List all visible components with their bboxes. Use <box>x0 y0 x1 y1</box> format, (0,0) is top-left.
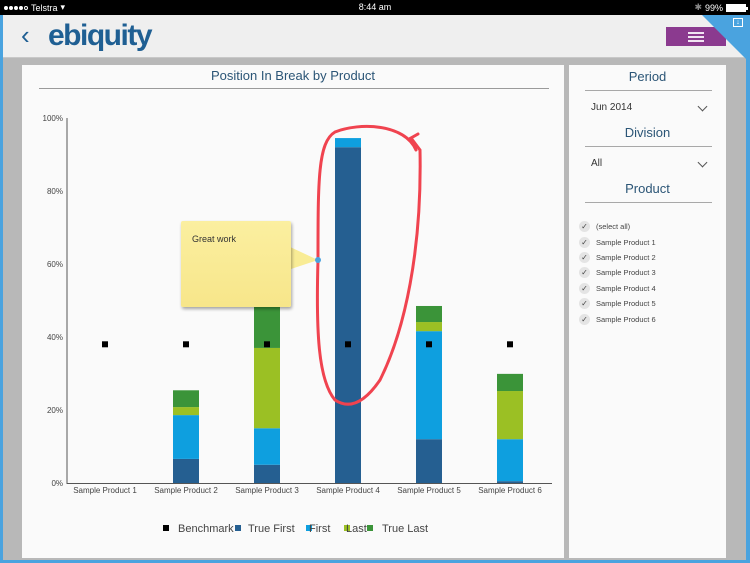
product-option-3[interactable]: ✓ Sample Product 3 <box>579 265 719 280</box>
division-select[interactable]: All <box>591 157 708 176</box>
product-option-label: (select all) <box>596 222 631 232</box>
bar-segment-first <box>335 138 361 148</box>
product-option-6[interactable]: ✓ Sample Product 6 <box>579 311 719 326</box>
x-tick-label: Sample Product 5 <box>397 486 461 495</box>
status-right: ✱ 99% <box>694 2 748 13</box>
product-option-label: Sample Product 5 <box>596 299 656 309</box>
product-option-label: Sample Product 6 <box>596 314 656 324</box>
benchmark-marker <box>264 341 270 348</box>
bar-segment-last <box>416 322 442 332</box>
chevron-down-icon <box>697 157 708 168</box>
benchmark-marker <box>507 341 513 348</box>
benchmark-marker <box>345 341 351 348</box>
checkmark-icon: ✓ <box>579 282 590 294</box>
legend-label: Last <box>346 523 367 535</box>
product-option-label: Sample Product 1 <box>596 237 656 247</box>
bar-segment-true-last <box>497 373 523 392</box>
filter-panel: Period Jun 2014 Division All Product ✓ (s… <box>569 65 726 558</box>
chart: 0% 20% 40% 60% 80% 100% Sample Product 1 Sample… <box>43 114 552 535</box>
product-option-label: Sample Product 4 <box>596 283 656 293</box>
checkmark-icon: ✓ <box>579 251 590 263</box>
legend-swatch <box>235 525 241 531</box>
battery-icon <box>726 3 748 12</box>
product-option-5[interactable]: ✓ Sample Product 5 <box>579 296 719 311</box>
x-tick-label: Sample Product 3 <box>235 486 299 495</box>
benchmark-marker <box>426 341 432 348</box>
screen: Telstra ▾ 8:44 am ✱ 99% ‹ ebiquity ↓ Pos… <box>0 0 750 563</box>
download-tray-icon[interactable]: ↓ <box>733 18 743 27</box>
product-option-label: Sample Product 3 <box>596 268 656 278</box>
y-tick-label: 40% <box>47 333 63 342</box>
period-value: Jun 2014 <box>591 102 633 113</box>
battery-percent: 99% <box>704 2 723 13</box>
status-bar: Telstra ▾ 8:44 am ✱ 99% <box>0 0 750 15</box>
product-option-label: Sample Product 2 <box>596 252 656 262</box>
bar-segment-true-first <box>173 458 199 483</box>
bar-segment-first <box>497 439 523 482</box>
legend-label: True Last <box>382 523 428 535</box>
period-select[interactable]: Jun 2014 <box>591 101 708 120</box>
app-frame: ‹ ebiquity ↓ Position In Break by Produc… <box>0 15 750 563</box>
header: ‹ ebiquity ↓ <box>3 15 746 59</box>
product-divider <box>585 202 712 203</box>
division-divider <box>585 146 712 147</box>
y-tick-label: 60% <box>47 260 63 269</box>
chevron-down-icon <box>697 101 708 112</box>
legend-label: True First <box>248 523 295 535</box>
division-value: All <box>591 158 603 169</box>
x-tick-label: Sample Product 2 <box>154 486 218 495</box>
checkmark-icon: ✓ <box>579 267 590 279</box>
legend-swatch <box>367 525 373 531</box>
x-tick-label: Sample Product 1 <box>73 486 137 495</box>
y-tick-label: 0% <box>51 479 63 488</box>
period-heading: Period <box>628 69 667 84</box>
product-option-1[interactable]: ✓ Sample Product 1 <box>579 234 719 249</box>
period-divider <box>585 90 712 91</box>
y-tick-label: 100% <box>43 114 63 123</box>
benchmark-marker <box>183 341 189 348</box>
y-tick-label: 20% <box>47 406 63 415</box>
product-option-2[interactable]: ✓ Sample Product 2 <box>579 250 719 265</box>
bar-segment-true-last <box>416 305 442 323</box>
y-tick-label: 80% <box>47 187 63 196</box>
logo: ebiquity <box>48 19 153 52</box>
checkmark-icon: ✓ <box>579 298 590 310</box>
bar-segment-first <box>254 428 280 465</box>
product-option-select-all[interactable]: ✓ (select all) <box>579 219 719 234</box>
product-heading: Product <box>625 181 670 196</box>
bar-segment-true-first <box>254 464 280 483</box>
legend-swatch <box>163 525 169 531</box>
app: ‹ ebiquity ↓ Position In Break by Produc… <box>3 15 746 560</box>
back-button[interactable]: ‹ <box>21 21 30 49</box>
sticky-note-text: Great work <box>192 234 237 244</box>
product-list: ✓ (select all) ✓ Sample Product 1 ✓ Sample … <box>579 219 719 327</box>
bluetooth-icon: ✱ <box>694 2 702 12</box>
legend-label: Benchmark <box>178 523 234 535</box>
bar-segment-true-first <box>335 147 361 483</box>
product-option-4[interactable]: ✓ Sample Product 4 <box>579 281 719 296</box>
benchmark-marker <box>102 341 108 348</box>
bar-segment-first <box>416 331 442 440</box>
bar-segment-last <box>497 391 523 440</box>
status-time: 8:44 am <box>358 2 392 12</box>
division-heading: Division <box>624 125 671 140</box>
sticky-note[interactable]: Great work <box>181 221 291 307</box>
checkmark-icon: ✓ <box>579 221 590 233</box>
chart-panel: Position In Break by Product 0% 20% 40% 60%… <box>22 65 564 558</box>
x-tick-label: Sample Product 4 <box>316 486 380 495</box>
bar-segment-true-first <box>416 439 442 483</box>
legend-label: First <box>309 523 330 535</box>
checkmark-icon: ✓ <box>579 313 590 325</box>
checkmark-icon: ✓ <box>579 236 590 248</box>
x-tick-label: Sample Product 6 <box>478 486 542 495</box>
bar-segment-first <box>173 415 199 459</box>
bar-segment-last <box>173 407 199 416</box>
bar-segment-true-first <box>497 481 523 483</box>
bar-segment-last <box>254 347 280 429</box>
bar-segment-true-last <box>173 390 199 408</box>
